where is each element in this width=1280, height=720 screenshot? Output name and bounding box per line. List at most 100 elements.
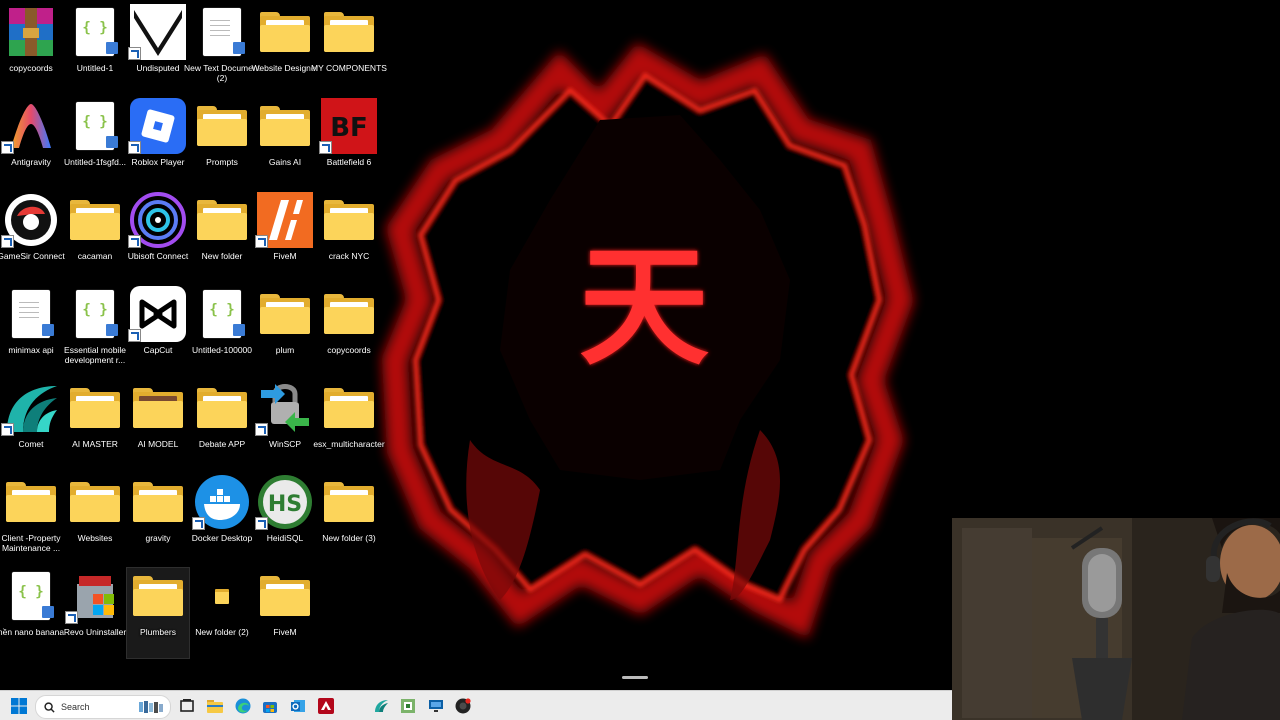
search-icon	[44, 701, 55, 713]
folder-icon	[321, 286, 377, 342]
tool-button[interactable]	[397, 695, 419, 717]
desktop-icon-capcut[interactable]: CapCut	[127, 286, 189, 376]
folder-icon	[3, 474, 59, 530]
desktop-icon-websites[interactable]: Websites	[64, 474, 126, 564]
desktop-icon-label: Battlefield 6	[326, 157, 372, 167]
file-explorer-button[interactable]	[204, 695, 226, 717]
desktop-icon-revo-uninstaller[interactable]: Revo Uninstaller	[64, 568, 126, 658]
app-gamesir-icon	[1, 192, 59, 248]
folder-icon	[257, 98, 313, 154]
doc-code-icon: { }	[194, 286, 250, 342]
folder-icon	[321, 474, 377, 530]
shortcut-arrow-icon	[192, 517, 205, 530]
desktop-icon-gains-ai[interactable]: Gains AI	[254, 98, 316, 188]
folder-icon	[257, 4, 313, 60]
shortcut-arrow-icon	[65, 611, 78, 624]
shortcut-arrow-icon	[255, 235, 268, 248]
folder-small-icon	[194, 568, 250, 624]
desktop-icon-comet[interactable]: Comet	[0, 380, 62, 470]
app-docker-icon	[192, 474, 250, 530]
chrome-icon	[455, 698, 471, 714]
app-ubisoft-icon	[128, 192, 186, 248]
outlook-icon	[291, 700, 305, 712]
desktop-icon-gravity[interactable]: gravity	[127, 474, 189, 564]
desktop-icon-cacaman[interactable]: cacaman	[64, 192, 126, 282]
adobe-button[interactable]	[315, 695, 337, 717]
adobe-icon	[318, 698, 334, 714]
wallpaper-kanji-sharp: 天	[579, 231, 709, 383]
desktop-icon-ubisoft-connect[interactable]: Ubisoft Connect	[127, 192, 189, 282]
svg-text:BF: BF	[330, 113, 368, 143]
windows-start-button[interactable]	[8, 695, 30, 717]
desktop-icon-label: New folder (3)	[322, 533, 376, 543]
edge-button[interactable]	[232, 695, 254, 717]
desktop-icon-debate-app[interactable]: Debate APP	[191, 380, 253, 470]
desktop-icon-new-folder[interactable]: New folder	[191, 192, 253, 282]
desktop-icon-winscp[interactable]: WinSCP	[254, 380, 316, 470]
desktop-icon-label: crack NYC	[328, 251, 370, 261]
desktop-icon-gamesir-connect[interactable]: GameSir Connect	[0, 192, 65, 282]
taskbar: Search	[0, 690, 952, 720]
folder-icon	[130, 568, 186, 624]
desktop-icon-client-property-maintenance[interactable]: Client -Property Maintenance ...	[0, 474, 62, 564]
shortcut-arrow-icon	[319, 141, 332, 154]
desktop-icon-fivem[interactable]: FiveM	[254, 192, 316, 282]
desktop-icon-plum[interactable]: plum	[254, 286, 316, 376]
folder-icon	[257, 286, 313, 342]
app-roblox-icon	[128, 98, 186, 154]
desktop-icon-n-n-nano-banana[interactable]: { } nền nano banana	[0, 568, 64, 658]
desktop-icon-my-components[interactable]: MY COMPONENTS	[311, 4, 387, 94]
svg-text:HS: HS	[268, 492, 302, 517]
folder-icon	[321, 380, 377, 436]
desktop[interactable]: 天 天 copycoords{ } Untitled-1 Undisputed New…	[0, 0, 1280, 720]
task-view-icon	[180, 699, 194, 712]
comet-button[interactable]	[370, 695, 392, 717]
desktop-icon-label: copycoords	[327, 345, 371, 355]
desktop-icon-website-designer[interactable]: Website Designer	[252, 4, 318, 94]
shortcut-arrow-icon	[128, 329, 141, 342]
file-explorer-icon	[207, 700, 223, 713]
desktop-icon-heidisql[interactable]: HS HeidiSQL	[254, 474, 316, 564]
desktop-icon-fivem[interactable]: FiveM	[254, 568, 316, 658]
app-winscp-icon	[255, 380, 313, 436]
folder-icon	[194, 98, 250, 154]
desktop-icon-copycoords[interactable]: copycoords	[318, 286, 380, 376]
app-winrar-icon	[3, 4, 59, 60]
desktop-icon-ai-model[interactable]: AI MODEL	[127, 380, 189, 470]
folder-icon	[321, 4, 377, 60]
doc-code-icon: { }	[67, 98, 123, 154]
shortcut-arrow-icon	[255, 517, 268, 530]
chrome-button[interactable]	[452, 695, 474, 717]
desktop-icon-untitled-1[interactable]: { } Untitled-1	[64, 4, 126, 94]
outlook-button[interactable]	[287, 695, 309, 717]
desktop-icon-antigravity[interactable]: Antigravity	[0, 98, 62, 188]
desktop-icon-new-text-document-2[interactable]: New Text Document (2)	[184, 4, 260, 94]
desktop-icon-essential-mobile-development-r[interactable]: { } Essential mobile development r...	[64, 286, 126, 376]
desktop-icon-new-folder-2[interactable]: New folder (2)	[191, 568, 253, 658]
monitor-button[interactable]	[425, 695, 447, 717]
desktop-icon-docker-desktop[interactable]: Docker Desktop	[191, 474, 253, 564]
doc-text-icon	[3, 286, 59, 342]
app-comet-icon	[1, 380, 59, 436]
doc-code-icon: { }	[67, 286, 123, 342]
desktop-icon-esx-multicharacter[interactable]: esx_multicharacter	[313, 380, 385, 470]
folder-icon	[321, 192, 377, 248]
shortcut-arrow-icon	[255, 423, 268, 436]
store-button[interactable]	[259, 695, 281, 717]
desktop-icon-copycoords[interactable]: copycoords	[0, 4, 62, 94]
desktop-icon-crack-nyc[interactable]: crack NYC	[318, 192, 380, 282]
desktop-icon-untitled-1fsgfd[interactable]: { } Untitled-1fsgfd...	[64, 98, 126, 188]
desktop-icon-roblox-player[interactable]: Roblox Player	[127, 98, 189, 188]
tool-icon	[401, 699, 415, 713]
task-view-button[interactable]	[176, 695, 198, 717]
doc-code-icon: { }	[67, 4, 123, 60]
desktop-icon-plumbers[interactable]: Plumbers	[126, 567, 190, 659]
shortcut-arrow-icon	[128, 141, 141, 154]
desktop-icon-untitled-100000[interactable]: { } Untitled-100000	[191, 286, 253, 376]
desktop-icon-ai-master[interactable]: AI MASTER	[64, 380, 126, 470]
taskbar-search-box[interactable]: Search	[35, 695, 171, 719]
desktop-icon-battlefield-6[interactable]: BF Battlefield 6	[318, 98, 380, 188]
webcam-overlay	[952, 518, 1280, 720]
desktop-icon-new-folder-3[interactable]: New folder (3)	[318, 474, 380, 564]
desktop-icon-prompts[interactable]: Prompts	[191, 98, 253, 188]
